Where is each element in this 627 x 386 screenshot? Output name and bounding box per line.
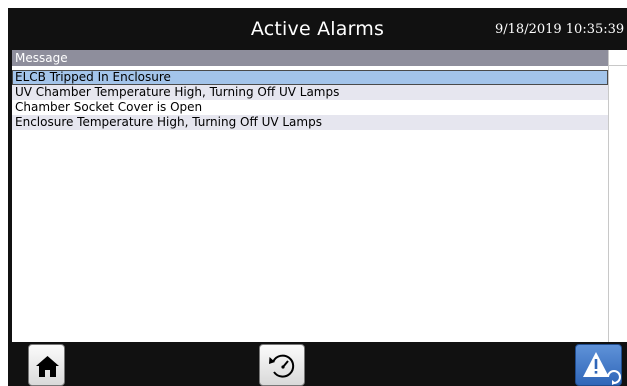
history-button[interactable]	[259, 344, 305, 386]
hmi-screen: Active Alarms 9/18/2019 10:35:39 AM Mess…	[8, 8, 627, 386]
datetime-display: 9/18/2019 10:35:39 AM	[495, 22, 627, 37]
alarm-list-panel: Message ELCB Tripped In Enclosure UV Cha…	[12, 50, 627, 342]
alarm-row[interactable]: Enclosure Temperature High, Turning Off …	[12, 115, 608, 130]
message-column-header[interactable]: Message	[12, 50, 608, 66]
alarms-button[interactable]	[575, 344, 622, 386]
alarm-row[interactable]: UV Chamber Temperature High, Turning Off…	[12, 85, 608, 100]
history-icon	[269, 354, 295, 378]
alarm-row[interactable]: Chamber Socket Cover is Open	[12, 100, 608, 115]
home-button[interactable]	[28, 344, 65, 386]
header-filler	[609, 50, 627, 66]
column-divider	[608, 50, 609, 342]
alarm-warning-icon	[583, 352, 621, 385]
alarm-row[interactable]: ELCB Tripped In Enclosure	[12, 70, 608, 85]
home-icon	[36, 356, 59, 377]
alarm-rows: ELCB Tripped In Enclosure UV Chamber Tem…	[12, 70, 608, 130]
